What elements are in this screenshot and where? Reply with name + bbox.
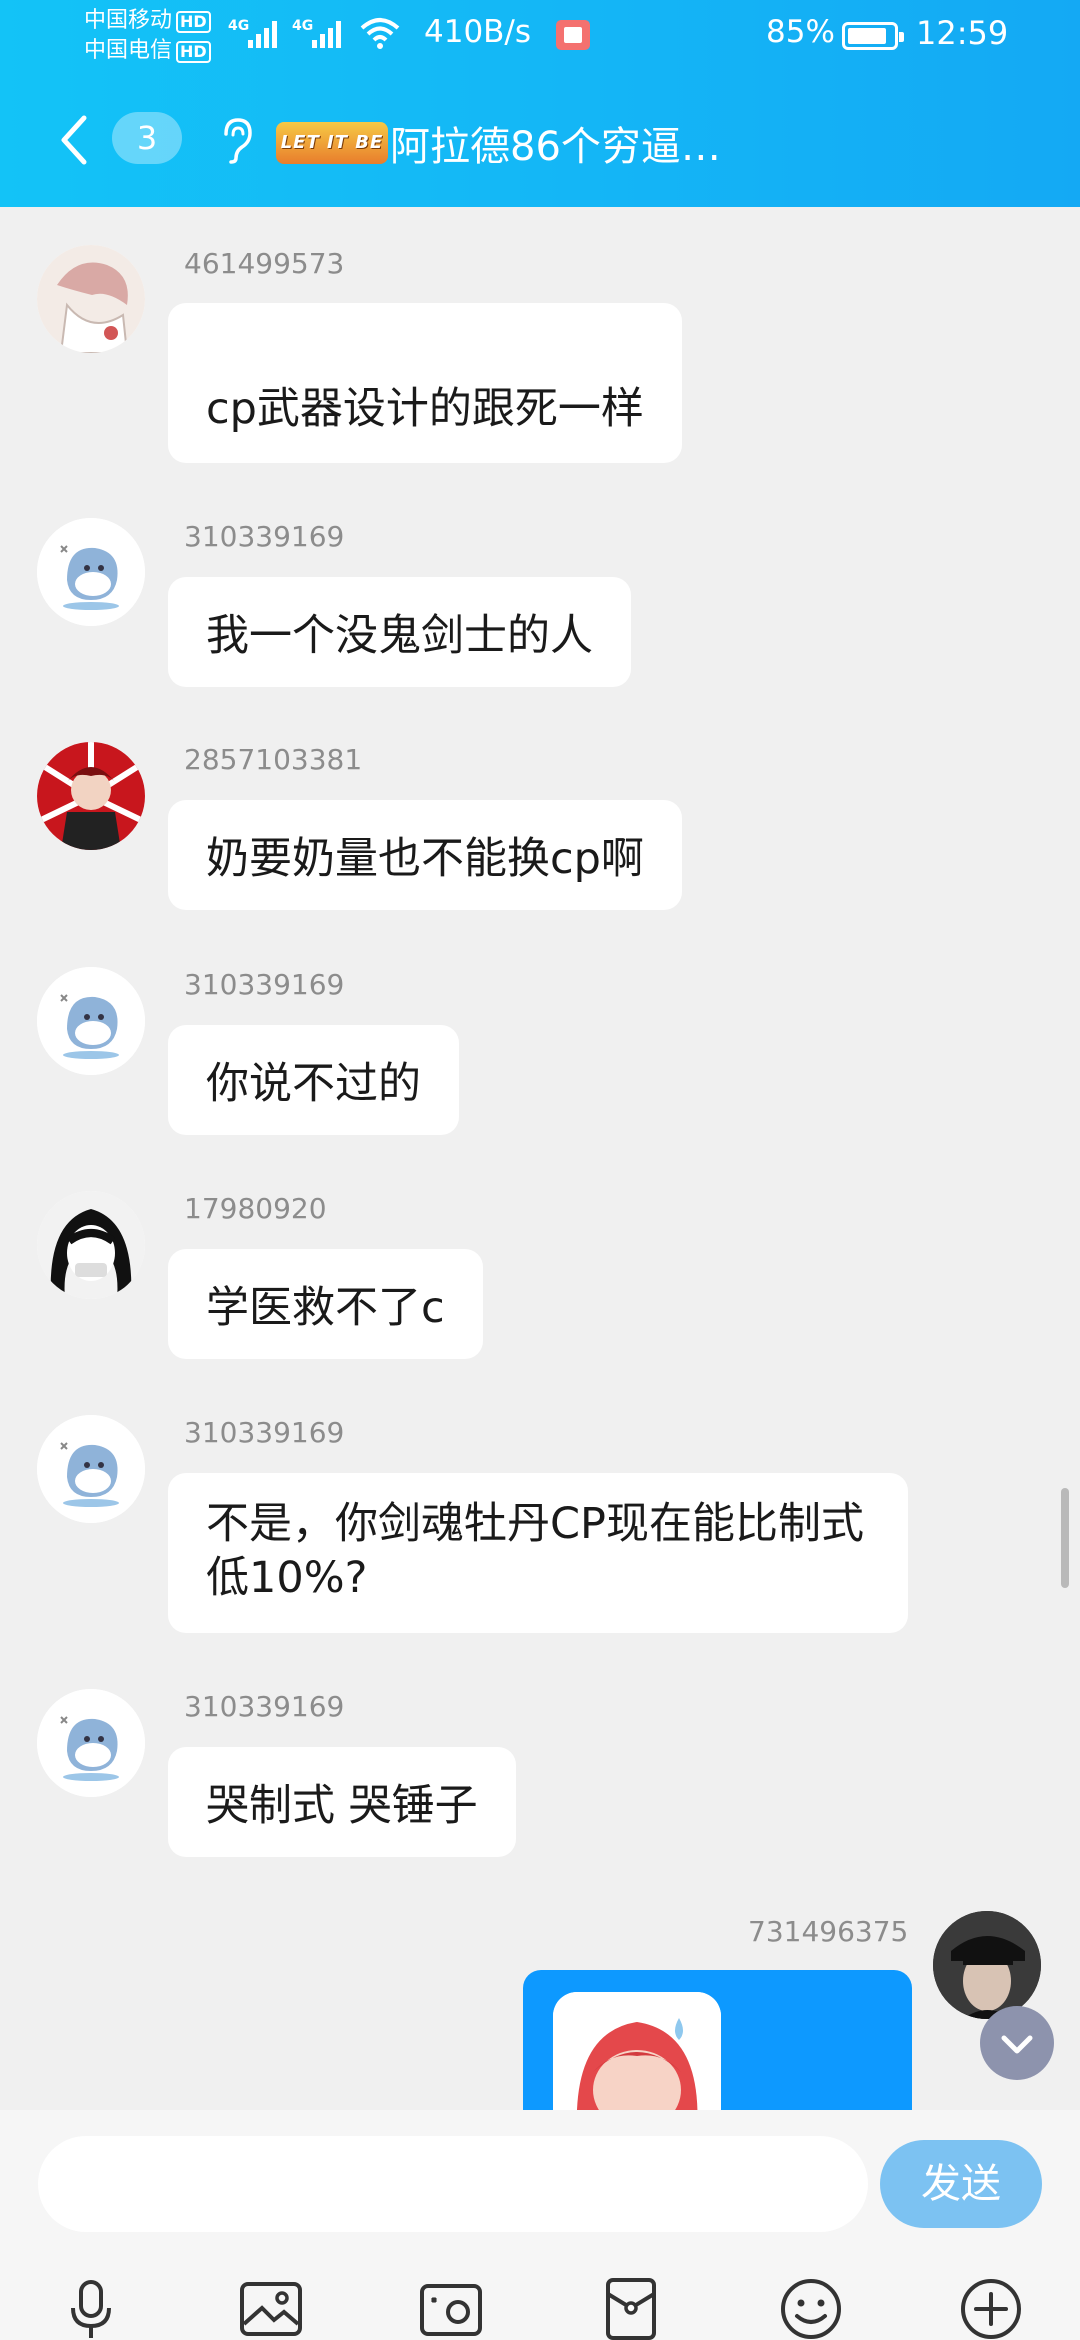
hd-badge-2: HD bbox=[176, 41, 211, 63]
sticker-image bbox=[553, 1992, 721, 2110]
reader-app-icon bbox=[556, 20, 590, 50]
sender-id: 310339169 bbox=[184, 520, 345, 553]
message-bubble[interactable]: cp武器设计的跟死一样 bbox=[168, 303, 682, 463]
unread-count-badge[interactable]: 3 bbox=[112, 112, 182, 164]
network-type-2: 4G bbox=[292, 18, 314, 34]
carrier-2: 中国电信 bbox=[84, 38, 173, 63]
chevron-down-icon bbox=[1001, 2035, 1033, 2054]
message-list[interactable]: 461499573 cp武器设计的跟死一样 310339169 我一个没鬼剑士的… bbox=[0, 207, 1080, 2110]
avatar[interactable] bbox=[37, 1415, 145, 1523]
my-sender-id: 731496375 bbox=[748, 1915, 909, 1948]
network-type-1: 4G bbox=[228, 18, 250, 34]
group-logo: LET IT BE bbox=[276, 122, 388, 164]
battery-icon bbox=[842, 22, 904, 50]
mic-icon[interactable] bbox=[58, 2276, 124, 2340]
scroll-down-button[interactable] bbox=[980, 2006, 1054, 2080]
sender-id: 310339169 bbox=[184, 968, 345, 1001]
avatar[interactable] bbox=[37, 742, 145, 850]
network-speed: 410B/s bbox=[424, 14, 532, 50]
input-bar: 发送 bbox=[0, 2110, 1080, 2340]
message-bubble[interactable]: 我一个没鬼剑士的人 bbox=[168, 577, 631, 687]
emoji-icon[interactable] bbox=[778, 2276, 844, 2340]
battery-percent: 85% bbox=[766, 14, 835, 50]
sender-id: 17980920 bbox=[184, 1192, 327, 1225]
sender-id: 310339169 bbox=[184, 1690, 345, 1723]
avatar[interactable] bbox=[37, 245, 145, 353]
my-avatar[interactable] bbox=[933, 1911, 1041, 2019]
message-bubble[interactable]: 学医救不了c bbox=[168, 1249, 483, 1359]
message-bubble[interactable]: 奶要奶量也不能换cp啊 bbox=[168, 800, 682, 910]
carrier-1: 中国移动 bbox=[84, 8, 173, 33]
scrollbar[interactable] bbox=[1061, 1488, 1069, 1588]
hd-badge-1: HD bbox=[176, 11, 211, 33]
avatar[interactable] bbox=[37, 967, 145, 1075]
camera-icon[interactable] bbox=[418, 2276, 484, 2340]
image-icon[interactable] bbox=[238, 2276, 304, 2340]
carrier-info: 中国移动 HD 中国电信 HD bbox=[84, 6, 211, 66]
message-input[interactable] bbox=[38, 2136, 868, 2232]
message-bubble[interactable]: 不是，你剑魂牡丹CP现在能比制式低10%? bbox=[168, 1473, 908, 1633]
ear-icon[interactable] bbox=[218, 116, 254, 164]
avatar[interactable] bbox=[37, 1191, 145, 1299]
chat-header: 中国移动 HD 中国电信 HD 4G 4G 410B/s 85% 12:59 3 L… bbox=[0, 0, 1080, 207]
send-button[interactable]: 发送 bbox=[880, 2140, 1042, 2228]
back-chevron-icon[interactable] bbox=[54, 112, 94, 168]
sender-id: 2857103381 bbox=[184, 743, 363, 776]
red-packet-icon[interactable] bbox=[598, 2276, 664, 2340]
signal-icon bbox=[248, 18, 277, 48]
signal-icon-2 bbox=[312, 18, 341, 48]
avatar[interactable] bbox=[37, 1689, 145, 1797]
avatar[interactable] bbox=[37, 518, 145, 626]
clock: 12:59 bbox=[916, 14, 1009, 52]
toolbar bbox=[0, 2276, 1080, 2340]
chat-title[interactable]: 阿拉德86个穷逼… bbox=[390, 114, 721, 172]
status-bar: 中国移动 HD 中国电信 HD 4G 4G 410B/s 85% 12:59 bbox=[0, 0, 1080, 80]
wifi-icon bbox=[360, 18, 400, 49]
plus-icon[interactable] bbox=[958, 2276, 1024, 2340]
my-sticker-message[interactable] bbox=[523, 1970, 912, 2110]
sender-id: 310339169 bbox=[184, 1416, 345, 1449]
nav-bar: 3 LET IT BE 阿拉德86个穷逼… bbox=[0, 90, 1080, 190]
sender-id: 461499573 bbox=[184, 247, 345, 280]
message-bubble[interactable]: 哭制式 哭锤子 bbox=[168, 1747, 516, 1857]
message-bubble[interactable]: 你说不过的 bbox=[168, 1025, 459, 1135]
